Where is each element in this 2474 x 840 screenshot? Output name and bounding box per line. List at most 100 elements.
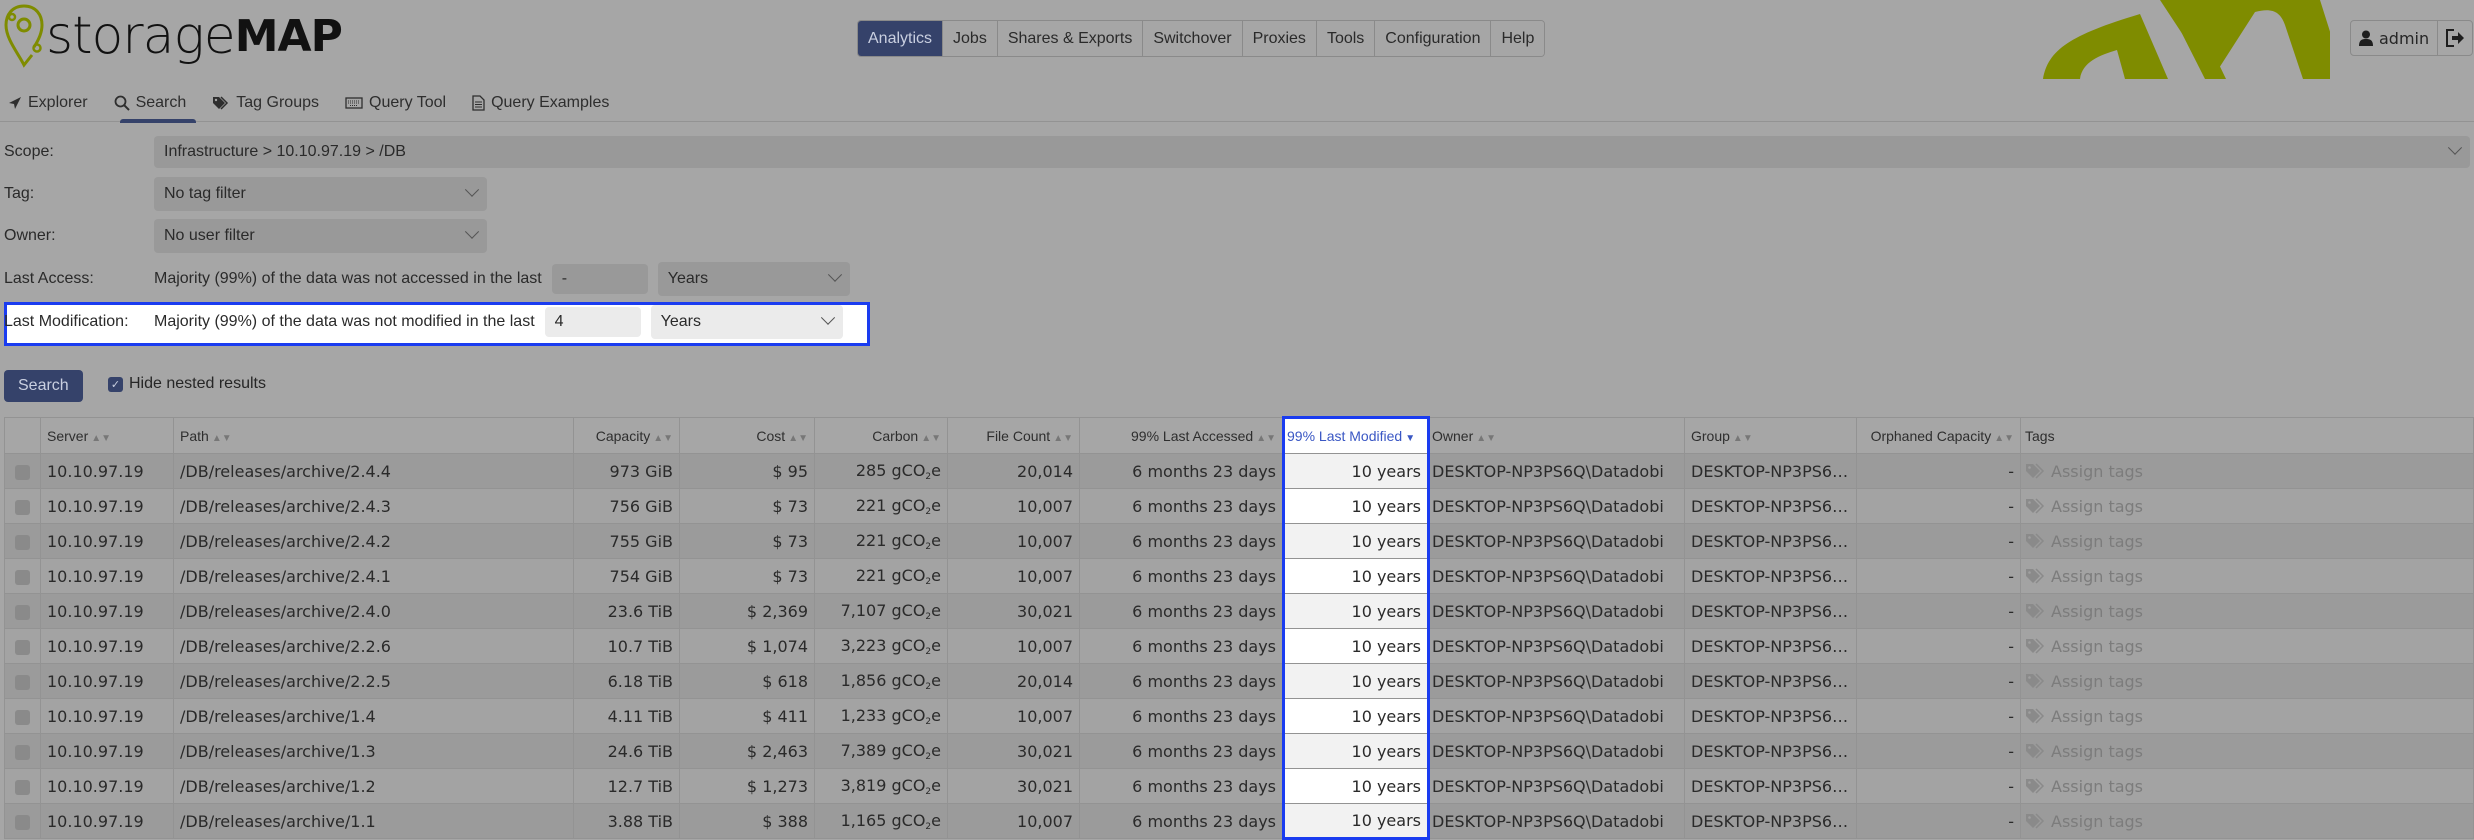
cell-tags: Assign tags (2020, 488, 2474, 524)
nav-switchover[interactable]: Switchover (1143, 21, 1243, 56)
row-select-cell[interactable] (4, 698, 41, 734)
row-checkbox[interactable] (15, 674, 30, 690)
nav-analytics[interactable]: Analytics (858, 21, 944, 56)
row-checkbox[interactable] (15, 779, 30, 795)
app-logo[interactable]: storage MAP (4, 4, 343, 68)
tab-search[interactable]: Search (112, 86, 199, 123)
cell-orphaned-capacity: - (1856, 768, 2021, 804)
column-header-capacity[interactable]: Capacity ▲▼ (573, 417, 680, 454)
tab-query-tool[interactable]: Query Tool (343, 86, 458, 120)
table-row[interactable]: 10.10.97.19 /DB/releases/archive/2.4.0 2… (4, 593, 2474, 629)
nav-tools[interactable]: Tools (1316, 21, 1376, 56)
assign-tags-button[interactable]: Assign tags (2025, 490, 2467, 523)
row-select-cell[interactable] (4, 803, 41, 839)
column-header-owner[interactable]: Owner ▲▼ (1428, 417, 1685, 454)
cell-path[interactable]: /DB/releases/archive/2.4.0 (173, 593, 574, 629)
user-account-button[interactable]: admin (2351, 21, 2439, 55)
row-checkbox[interactable] (15, 744, 30, 760)
table-row[interactable]: 10.10.97.19 /DB/releases/archive/2.2.5 6… (4, 663, 2474, 699)
row-select-cell[interactable] (4, 523, 41, 559)
cell-path[interactable]: /DB/releases/archive/2.4.4 (173, 453, 574, 489)
cell-path[interactable]: /DB/releases/archive/2.4.3 (173, 488, 574, 524)
assign-tags-button[interactable]: Assign tags (2025, 560, 2467, 593)
last-modification-unit-value: Years (660, 313, 701, 330)
row-checkbox[interactable] (15, 814, 30, 830)
assign-tags-button[interactable]: Assign tags (2025, 525, 2467, 558)
assign-tags-button[interactable]: Assign tags (2025, 595, 2467, 628)
table-row[interactable]: 10.10.97.19 /DB/releases/archive/2.4.2 7… (4, 523, 2474, 559)
row-checkbox[interactable] (15, 604, 30, 620)
row-checkbox[interactable] (15, 709, 30, 725)
owner-filter-select[interactable]: No user filter (154, 219, 487, 253)
assign-tags-button[interactable]: Assign tags (2025, 770, 2467, 803)
row-checkbox[interactable] (15, 569, 30, 585)
table-row[interactable]: 10.10.97.19 /DB/releases/archive/1.2 12.… (4, 768, 2474, 804)
column-header-carbon[interactable]: Carbon ▲▼ (814, 417, 948, 454)
row-checkbox[interactable] (15, 639, 30, 655)
row-select-cell[interactable] (4, 768, 41, 804)
last-modification-input[interactable] (544, 307, 641, 337)
row-select-cell[interactable] (4, 558, 41, 594)
table-row[interactable]: 10.10.97.19 /DB/releases/archive/1.1 3.8… (4, 803, 2474, 840)
cell-group: DESKTOP-NP3PS6Q... (1684, 698, 1857, 734)
table-row[interactable]: 10.10.97.19 /DB/releases/archive/2.2.6 1… (4, 628, 2474, 664)
cell-path[interactable]: /DB/releases/archive/1.1 (173, 803, 574, 839)
column-header-tags: Tags (2020, 417, 2474, 454)
nav-proxies[interactable]: Proxies (1242, 21, 1317, 56)
cell-path[interactable]: /DB/releases/archive/2.4.1 (173, 558, 574, 594)
column-header-last-accessed[interactable]: 99% Last Accessed ▲▼ (1079, 417, 1284, 454)
assign-tags-button[interactable]: Assign tags (2025, 805, 2467, 838)
row-select-cell[interactable] (4, 628, 41, 664)
table-row[interactable]: 10.10.97.19 /DB/releases/archive/2.4.4 9… (4, 453, 2474, 489)
column-header-server[interactable]: Server ▲▼ (40, 417, 174, 454)
row-checkbox[interactable] (15, 499, 30, 515)
column-header-last-modified[interactable]: 99% Last Modified ▼ (1282, 416, 1430, 454)
column-header-file-count[interactable]: File Count ▲▼ (947, 417, 1080, 454)
search-button[interactable]: Search (4, 370, 83, 402)
nav-jobs[interactable]: Jobs (943, 21, 998, 56)
column-header-orphaned-capacity[interactable]: Orphaned Capacity ▲▼ (1856, 417, 2021, 454)
last-modification-unit-select[interactable]: Years (650, 305, 843, 339)
last-access-input[interactable] (551, 264, 648, 294)
tab-query-examples[interactable]: Query Examples (470, 86, 621, 120)
last-access-sentence: Majority (99%) of the data was not acces… (154, 270, 542, 287)
logout-button[interactable] (2438, 21, 2472, 55)
row-select-cell[interactable] (4, 453, 41, 489)
hide-nested-checkbox[interactable]: ✓ Hide nested results (108, 375, 266, 393)
table-row[interactable]: 10.10.97.19 /DB/releases/archive/2.4.3 7… (4, 488, 2474, 524)
cell-path[interactable]: /DB/releases/archive/2.4.2 (173, 523, 574, 559)
table-row[interactable]: 10.10.97.19 /DB/releases/archive/2.4.1 7… (4, 558, 2474, 594)
assign-tags-button[interactable]: Assign tags (2025, 630, 2467, 663)
cell-path[interactable]: /DB/releases/archive/1.3 (173, 733, 574, 769)
row-checkbox[interactable] (15, 534, 30, 550)
assign-tags-button[interactable]: Assign tags (2025, 665, 2467, 698)
column-header-group[interactable]: Group ▲▼ (1684, 417, 1857, 454)
last-access-unit-select[interactable]: Years (657, 262, 850, 296)
assign-tags-button[interactable]: Assign tags (2025, 700, 2467, 733)
tab-explorer[interactable]: Explorer (6, 86, 100, 120)
column-header-cost[interactable]: Cost ▲▼ (679, 417, 815, 454)
nav-configuration[interactable]: Configuration (1375, 21, 1492, 56)
scope-select[interactable]: Infrastructure > 10.10.97.19 > /DB (154, 136, 2470, 168)
assign-tags-button[interactable]: Assign tags (2025, 735, 2467, 768)
column-header-path[interactable]: Path ▲▼ (173, 417, 574, 454)
cell-server: 10.10.97.19 (40, 453, 174, 489)
tag-filter-select[interactable]: No tag filter (154, 177, 487, 211)
row-select-cell[interactable] (4, 593, 41, 629)
row-checkbox[interactable] (15, 464, 30, 480)
cell-path[interactable]: /DB/releases/archive/2.2.6 (173, 628, 574, 664)
table-row[interactable]: 10.10.97.19 /DB/releases/archive/1.4 4.1… (4, 698, 2474, 734)
table-row[interactable]: 10.10.97.19 /DB/releases/archive/1.3 24.… (4, 733, 2474, 769)
assign-tags-button[interactable]: Assign tags (2025, 455, 2467, 488)
cell-path[interactable]: /DB/releases/archive/2.2.5 (173, 663, 574, 699)
chevron-down-icon (2447, 140, 2463, 155)
row-select-cell[interactable] (4, 488, 41, 524)
tab-tag-groups[interactable]: Tag Groups (210, 86, 331, 120)
cell-path[interactable]: /DB/releases/archive/1.2 (173, 768, 574, 804)
nav-shares-exports[interactable]: Shares & Exports (997, 21, 1144, 56)
cell-path[interactable]: /DB/releases/archive/1.4 (173, 698, 574, 734)
logout-icon (2446, 29, 2465, 47)
nav-help[interactable]: Help (1491, 21, 1545, 56)
row-select-cell[interactable] (4, 663, 41, 699)
row-select-cell[interactable] (4, 733, 41, 769)
